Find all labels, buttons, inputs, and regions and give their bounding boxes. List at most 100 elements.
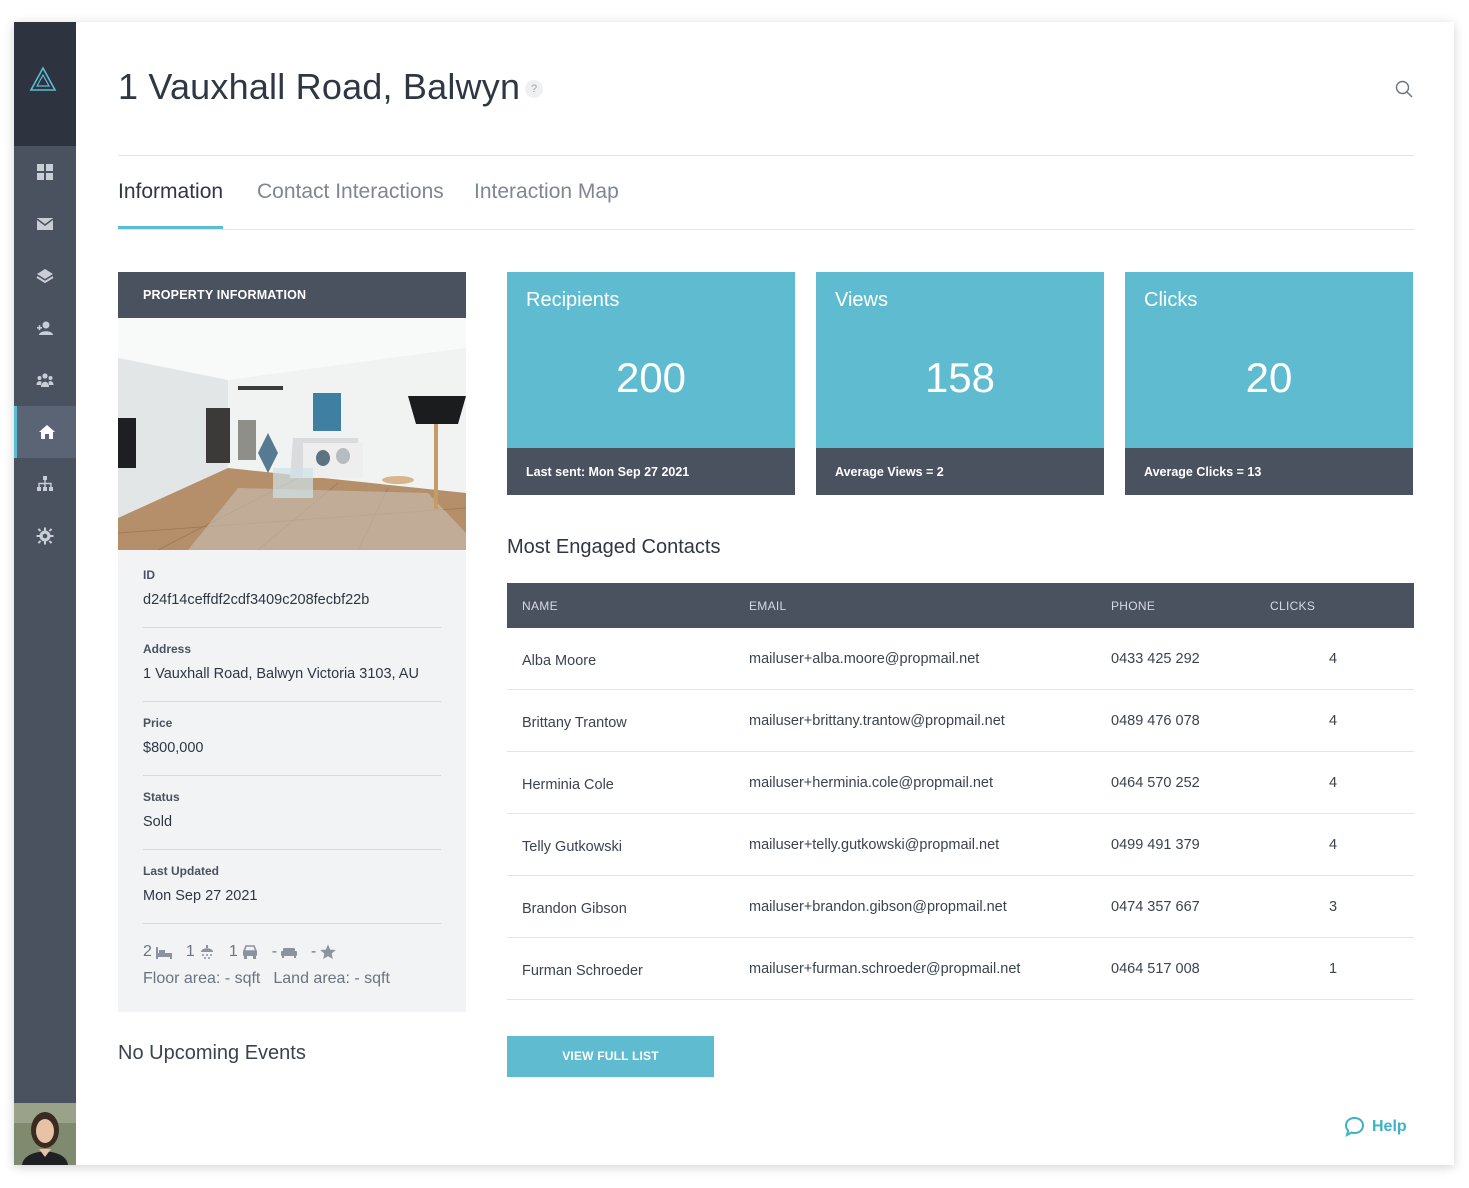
contact-phone: 0499 491 379: [1111, 837, 1200, 853]
help-label: Help: [1372, 1117, 1407, 1135]
logo-area: [14, 22, 76, 146]
stat-title: Views: [835, 289, 888, 311]
column-header-name[interactable]: NAME: [522, 599, 558, 613]
contact-email: mailuser+furman.schroeder@propmail.net: [749, 961, 1021, 977]
sidebar-item-contacts[interactable]: [14, 302, 76, 354]
property-features: 2 1 1 - - Floor area: - sqft Land area: …: [143, 942, 390, 989]
sofa-icon: [281, 948, 298, 958]
table-row[interactable]: Alba Moore mailuser+alba.moore@propmail.…: [507, 628, 1414, 690]
avatar[interactable]: [14, 1103, 76, 1165]
active-tab-indicator: [118, 226, 223, 229]
field-last-updated: Last Updated Mon Sep 27 2021: [143, 850, 441, 924]
contact-phone: 0489 476 078: [1111, 713, 1200, 729]
tab-bar: Information Contact Interactions Interac…: [118, 156, 1414, 230]
contact-clicks: 4: [1329, 651, 1338, 667]
field-label: Address: [143, 642, 192, 656]
contact-email: mailuser+brittany.trantow@propmail.net: [749, 713, 1005, 729]
stat-card-recipients[interactable]: Recipients 200 Last sent: Mon Sep 27 202…: [507, 272, 795, 495]
contact-name: Alba Moore: [522, 653, 597, 669]
table-row[interactable]: Herminia Cole mailuser+herminia.cole@pro…: [507, 752, 1414, 814]
tab-contact-interactions[interactable]: Contact Interactions: [257, 180, 444, 204]
rating-value: -: [311, 943, 317, 960]
column-header-clicks[interactable]: CLICKS: [1270, 599, 1315, 613]
sidebar-item-groups[interactable]: [14, 354, 76, 406]
contact-clicks: 1: [1329, 961, 1338, 977]
column-header-phone[interactable]: PHONE: [1111, 599, 1155, 613]
contact-name: Furman Schroeder: [522, 963, 643, 979]
field-value: Sold: [143, 814, 173, 830]
contact-clicks: 4: [1329, 775, 1338, 791]
contact-email: mailuser+telly.gutkowski@propmail.net: [749, 837, 1000, 853]
sidebar-item-layers[interactable]: [14, 250, 76, 302]
contact-name: Brittany Trantow: [522, 715, 627, 731]
field-status: Status Sold: [143, 776, 441, 850]
floor-area: Floor area: - sqft: [143, 970, 261, 987]
main-content: 1 Vauxhall Road, Balwyn ? Information Co…: [76, 22, 1454, 1165]
table-row[interactable]: Furman Schroeder mailuser+furman.schroed…: [507, 938, 1414, 1000]
field-value: 1 Vauxhall Road, Balwyn Victoria 3103, A…: [143, 666, 419, 682]
column-header-email[interactable]: EMAIL: [749, 599, 787, 613]
star-icon: [320, 944, 337, 959]
view-full-list-button[interactable]: VIEW FULL LIST: [507, 1036, 714, 1077]
tab-information[interactable]: Information: [118, 180, 223, 204]
field-label: Last Updated: [143, 864, 220, 878]
contacts-table: NAME EMAIL PHONE CLICKS Alba Moore mailu…: [507, 583, 1414, 1000]
land-area: Land area: - sqft: [273, 970, 390, 987]
contact-phone: 0474 357 667: [1111, 899, 1200, 915]
contact-name: Telly Gutkowski: [522, 839, 622, 855]
page-title: 1 Vauxhall Road, Balwyn: [118, 66, 521, 107]
sidebar-item-settings[interactable]: [14, 510, 76, 562]
no-upcoming-events: No Upcoming Events: [118, 1042, 306, 1064]
field-label: ID: [143, 568, 155, 582]
home-icon: [38, 425, 55, 439]
logo-icon[interactable]: [29, 66, 57, 92]
user-avatar-icon: [14, 1103, 76, 1165]
field-label: Status: [143, 790, 180, 804]
contact-phone: 0433 425 292: [1111, 651, 1200, 667]
bathrooms-count: 1: [185, 943, 195, 960]
sidebar-item-org-chart[interactable]: [14, 458, 76, 510]
contacts-icon: [37, 321, 53, 335]
sidebar-item-dashboard[interactable]: [14, 146, 76, 198]
contact-name: Brandon Gibson: [522, 901, 627, 917]
search-icon[interactable]: [1394, 79, 1414, 99]
tab-interaction-map[interactable]: Interaction Map: [474, 180, 619, 204]
table-row[interactable]: Brittany Trantow mailuser+brittany.trant…: [507, 690, 1414, 752]
property-info-header: PROPERTY INFORMATION: [118, 272, 466, 318]
contact-clicks: 3: [1329, 899, 1338, 915]
bedrooms-count: 2: [143, 943, 152, 960]
bed-icon: [155, 947, 172, 959]
shower-icon: [200, 945, 213, 959]
contact-phone: 0464 517 008: [1111, 961, 1200, 977]
contact-email: mailuser+brandon.gibson@propmail.net: [749, 899, 1007, 915]
help-button[interactable]: Help: [1344, 1116, 1407, 1137]
gear-icon: [36, 527, 54, 545]
stat-footer: Average Views = 2: [816, 448, 1104, 495]
living-count: -: [271, 943, 278, 960]
table-header: NAME EMAIL PHONE CLICKS: [507, 583, 1414, 628]
chat-bubble-icon: [1344, 1116, 1365, 1137]
field-value: $800,000: [143, 740, 204, 756]
title-help-badge[interactable]: ?: [525, 80, 543, 98]
stat-card-clicks[interactable]: Clicks 20 Average Clicks = 13: [1125, 272, 1413, 495]
stat-value: 200: [615, 354, 687, 401]
field-address: Address 1 Vauxhall Road, Balwyn Victoria…: [143, 628, 441, 702]
field-id: ID d24f14ceffdf2cdf3409c208fecbf22b: [143, 554, 441, 628]
app-window: 1 Vauxhall Road, Balwyn ? Information Co…: [14, 22, 1454, 1165]
property-photo[interactable]: [118, 318, 466, 550]
most-engaged-contacts-title: Most Engaged Contacts: [507, 536, 721, 558]
sidebar-item-properties[interactable]: [14, 406, 76, 458]
table-row[interactable]: Brandon Gibson mailuser+brandon.gibson@p…: [507, 876, 1414, 938]
sidebar: [14, 22, 76, 1165]
org-chart-icon: [37, 476, 53, 491]
stat-card-views[interactable]: Views 158 Average Views = 2: [816, 272, 1104, 495]
contact-email: mailuser+alba.moore@propmail.net: [749, 651, 980, 667]
car-icon: [242, 945, 257, 959]
table-row[interactable]: Telly Gutkowski mailuser+telly.gutkowski…: [507, 814, 1414, 876]
sidebar-item-mail[interactable]: [14, 198, 76, 250]
contact-phone: 0464 570 252: [1111, 775, 1200, 791]
dashboard-icon: [37, 164, 53, 180]
field-value: Mon Sep 27 2021: [143, 888, 258, 904]
stat-title: Clicks: [1144, 289, 1198, 311]
stat-footer: Last sent: Mon Sep 27 2021: [507, 448, 795, 495]
